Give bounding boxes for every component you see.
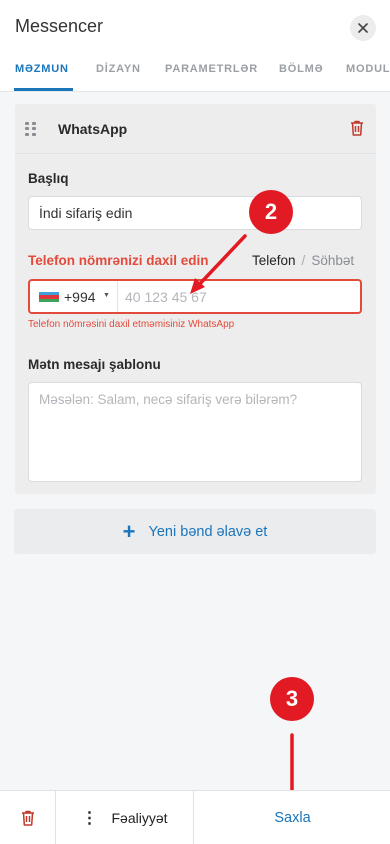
more-vertical-icon: ⋮ — [81, 809, 98, 827]
template-placeholder: Məsələn: Salam, necə sifariş verə bilərə… — [39, 392, 298, 407]
delete-button[interactable] — [0, 791, 56, 844]
trash-icon — [21, 810, 34, 826]
tab-bar: MƏZMUN DİZAYN PARAMETRLƏR BÖLMƏ MODUL — [0, 58, 390, 92]
title-input-value: İndi sifariş edin — [39, 205, 133, 221]
panel-header: Messencer MƏZMUN DİZAYN PARAMETRLƏR BÖLM… — [0, 0, 390, 92]
active-tab-indicator — [14, 88, 73, 91]
add-item-button[interactable]: + Yeni bənd əlavə et — [14, 509, 376, 554]
card-title: WhatsApp — [58, 121, 128, 137]
tab-modul[interactable]: MODUL — [346, 63, 390, 75]
annotation-badge-3: 3 — [270, 677, 314, 721]
tab-bolme[interactable]: BÖLMƏ — [279, 63, 323, 75]
trash-icon[interactable] — [350, 120, 364, 136]
tab-mezmun[interactable]: MƏZMUN — [15, 63, 69, 75]
azerbaijan-flag-icon[interactable] — [39, 292, 59, 302]
country-code[interactable]: +994 — [64, 289, 96, 305]
chevron-down-icon[interactable]: ▼ — [103, 292, 110, 299]
country-code-divider — [117, 281, 118, 312]
phone-error-message: Telefon nömrəsini daxil etməmisiniz What… — [28, 319, 235, 330]
save-button[interactable]: Saxla — [195, 791, 390, 844]
template-textarea[interactable]: Məsələn: Salam, necə sifariş verə bilərə… — [28, 382, 362, 482]
close-button[interactable] — [350, 15, 376, 41]
plus-icon: + — [122, 518, 136, 544]
bottom-toolbar: ⋮ Fəaliyyət Saxla — [0, 790, 390, 844]
add-item-label: Yeni bənd əlavə et — [148, 523, 268, 540]
title-field-label: Başlıq — [28, 171, 69, 186]
template-field-label: Mətn mesajı şablonu — [28, 357, 161, 372]
title-input[interactable]: İndi sifariş edin — [28, 196, 362, 230]
tab-dizayn[interactable]: DİZAYN — [96, 63, 141, 75]
actions-label: Fəaliyyət — [111, 809, 168, 826]
phone-field-label: Telefon nömrənizi daxil edin — [28, 253, 209, 268]
annotation-arrow-2 — [190, 234, 247, 294]
drag-handle-icon[interactable] — [25, 122, 37, 136]
close-icon — [358, 23, 368, 33]
card-header[interactable]: WhatsApp — [15, 104, 376, 154]
phone-mode-toggle: Telefon / Söhbət — [252, 253, 354, 268]
actions-button[interactable]: ⋮ Fəaliyyət — [56, 791, 194, 844]
tab-parametrler[interactable]: PARAMETRLƏR — [165, 63, 258, 75]
annotation-badge-2: 2 — [249, 190, 293, 234]
panel-title: Messencer — [15, 16, 104, 36]
mode-sohbet[interactable]: Söhbət — [311, 253, 354, 268]
mode-telefon[interactable]: Telefon — [252, 253, 296, 268]
mode-separator: / — [301, 253, 306, 268]
